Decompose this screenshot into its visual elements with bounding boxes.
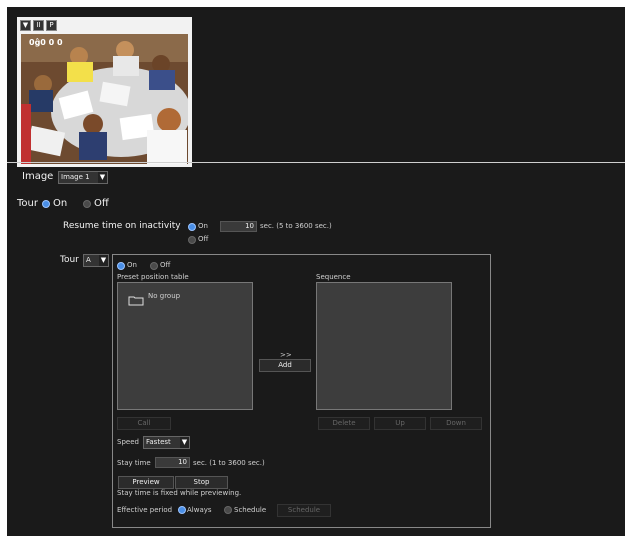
- preset-position-table[interactable]: No group: [117, 282, 253, 410]
- stay-time-unit: sec. (1 to 3600 sec.): [193, 459, 265, 467]
- camera-image: 0ĝ0 0 0: [21, 34, 188, 164]
- schedule-label: Schedule: [234, 506, 267, 514]
- ptz-overlay[interactable]: 0ĝ0 0 0: [29, 38, 63, 47]
- stay-time-label: Stay time: [117, 459, 151, 467]
- no-group-item[interactable]: No group: [148, 292, 180, 300]
- always-radio[interactable]: [178, 506, 186, 514]
- tour-select[interactable]: A ▼: [83, 254, 109, 267]
- tour-a-off-radio[interactable]: [150, 262, 158, 270]
- schedule-button[interactable]: Schedule: [277, 504, 331, 517]
- menu-icon[interactable]: ▼: [20, 20, 31, 31]
- speed-select-value: Fastest: [146, 438, 171, 446]
- resume-on-radio[interactable]: [188, 223, 196, 231]
- down-button[interactable]: Down: [430, 417, 482, 430]
- preview-button[interactable]: Preview: [118, 476, 174, 489]
- chevron-down-icon: ▼: [180, 437, 189, 448]
- add-button[interactable]: Add: [259, 359, 311, 372]
- always-label: Always: [187, 506, 212, 514]
- image-select[interactable]: Image 1 ▼: [58, 171, 108, 184]
- section-divider: [7, 162, 625, 163]
- resume-off-label: Off: [198, 235, 209, 243]
- tour-select-label: Tour: [60, 255, 79, 265]
- tour-off-label: Off: [94, 198, 109, 209]
- add-arrows: >>: [280, 351, 292, 359]
- resume-label: Resume time on inactivity: [63, 221, 181, 231]
- speed-label: Speed: [117, 438, 139, 446]
- folder-icon: [128, 291, 144, 310]
- preview-note: Stay time is fixed while previewing.: [117, 489, 242, 497]
- preview-toolbar: ▼ II P: [20, 20, 57, 31]
- tour-label: Tour: [17, 198, 38, 209]
- resume-unit: sec. (5 to 3600 sec.): [260, 222, 332, 230]
- effective-period-label: Effective period: [117, 506, 173, 514]
- tour-a-on-radio[interactable]: [117, 262, 125, 270]
- chevron-down-icon: ▼: [99, 255, 108, 266]
- sequence-label: Sequence: [316, 273, 351, 281]
- tour-on-radio[interactable]: [42, 200, 50, 208]
- speed-select[interactable]: Fastest ▼: [143, 436, 190, 449]
- call-button[interactable]: Call: [117, 417, 171, 430]
- tour-select-value: A: [86, 256, 91, 264]
- image-label: Image: [22, 171, 54, 182]
- camera-preview: ▼ II P 0ĝ0 0 0: [17, 17, 192, 167]
- delete-button[interactable]: Delete: [318, 417, 370, 430]
- camera-photo: [21, 34, 188, 164]
- tour-a-on-label: On: [127, 261, 137, 269]
- chevron-down-icon: ▼: [98, 172, 107, 183]
- tour-off-radio[interactable]: [83, 200, 91, 208]
- pause-icon[interactable]: II: [33, 20, 44, 31]
- stay-time-input[interactable]: 10: [155, 457, 190, 468]
- settings-panel: ▼ II P 0ĝ0 0 0 Image Image 1 ▼ Tour On O…: [7, 7, 625, 536]
- preset-table-label: Preset position table: [117, 273, 189, 281]
- sequence-list[interactable]: [316, 282, 452, 410]
- resume-off-radio[interactable]: [188, 236, 196, 244]
- resume-on-label: On: [198, 222, 208, 230]
- tour-a-off-label: Off: [160, 261, 171, 269]
- resume-time-input[interactable]: 10: [220, 221, 257, 232]
- stop-button[interactable]: Stop: [175, 476, 228, 489]
- image-select-value: Image 1: [61, 173, 90, 181]
- up-button[interactable]: Up: [374, 417, 426, 430]
- preset-icon[interactable]: P: [46, 20, 57, 31]
- tour-on-label: On: [53, 198, 68, 209]
- schedule-radio[interactable]: [224, 506, 232, 514]
